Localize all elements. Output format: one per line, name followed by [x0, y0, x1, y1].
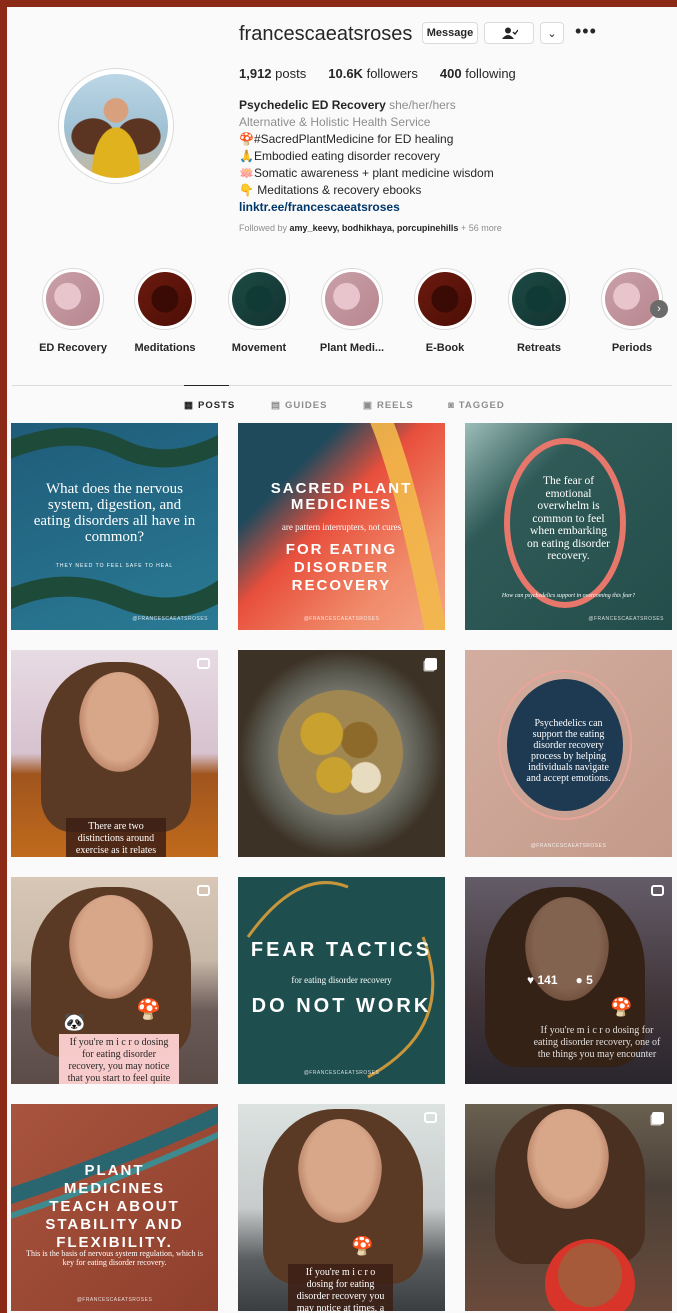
post-tile[interactable]	[465, 1104, 672, 1311]
comment-icon: ●	[575, 973, 583, 987]
post-arc-text: How can psychedelics support in overcomi…	[501, 593, 636, 599]
tab-posts[interactable]: ▦ POSTS	[184, 400, 235, 411]
highlight-movement[interactable]: Movement	[219, 268, 299, 354]
reel-icon	[197, 658, 210, 669]
mushroom-sticker: 🍄	[351, 1236, 374, 1256]
reel-icon	[197, 885, 210, 896]
reels-icon: ▣	[363, 400, 373, 411]
bio-link[interactable]: linktr.ee/francescaeatsroses	[239, 199, 669, 216]
mushroom-sticker: 🍄	[136, 999, 161, 1021]
post-tile[interactable]: ♥ 141 ● 5 🍄 If you're m i c r o dosing f…	[465, 877, 672, 1084]
tab-tagged[interactable]: ◙ TAGGED	[448, 400, 505, 411]
pronouns: she/her/hers	[389, 98, 456, 112]
chevron-right-icon[interactable]: ›	[650, 300, 668, 318]
following-count[interactable]: 400 following	[440, 66, 516, 81]
watermark: @FRANCESCAEATSROSES	[530, 843, 607, 849]
food-plate	[278, 690, 403, 815]
photo-face	[79, 672, 159, 772]
tab-reels[interactable]: ▣ REELS	[363, 400, 414, 411]
tabs-divider	[12, 385, 672, 386]
profile-page: francescaeatsroses Message ⌄ ••• 1,912 p…	[7, 7, 677, 1313]
username: francescaeatsroses	[239, 23, 413, 45]
watermark: @FRANCESCAEATSROSES	[303, 1070, 380, 1076]
post-title-2: FOR EATING DISORDER RECOVERY	[285, 541, 398, 594]
watermark: @FRANCESCAEATSROSES	[588, 616, 664, 622]
highlight-retreats[interactable]: Retreats	[499, 268, 579, 354]
post-subtitle: are pattern interrupters, not cures	[281, 522, 402, 532]
reel-icon	[424, 1112, 437, 1123]
post-title: PLANT MEDICINES TEACH ABOUT STABILITY AN…	[45, 1162, 184, 1251]
profile-bio: Psychedelic ED Recovery she/her/hers Alt…	[239, 97, 669, 216]
bio-line: 👇 Meditations & recovery ebooks	[239, 183, 422, 197]
post-tile[interactable]: 🍄 🐼 If you're m i c r o dosing for eatin…	[11, 877, 218, 1084]
carousel-icon	[652, 1112, 664, 1124]
post-tile[interactable]: SACRED PLANT MEDICINES are pattern inter…	[238, 423, 445, 630]
posts-count: 1,912 posts	[239, 66, 307, 81]
post-tile[interactable]: PLANT MEDICINES TEACH ABOUT STABILITY AN…	[11, 1104, 218, 1311]
bio-line: 🍄#SacredPlantMedicine for ED healing	[239, 132, 454, 146]
heart-icon: ♥	[527, 973, 535, 987]
post-subtext: THEY NEED TO FEEL SAFE TO HEAL	[55, 563, 174, 569]
guides-icon: ▤	[271, 400, 281, 411]
photo-face	[298, 1119, 382, 1223]
post-tile[interactable]: FEAR TACTICS for eating disorder recover…	[238, 877, 445, 1084]
more-options-icon[interactable]: •••	[575, 21, 597, 42]
post-text: Psychedelics can support the eating diso…	[526, 718, 611, 784]
category: Alternative & Holistic Health Service	[239, 115, 431, 129]
bio-line: 🪷Somatic awareness + plant medicine wisd…	[239, 166, 494, 180]
chevron-down-icon: ⌄	[547, 27, 557, 40]
avatar-photo	[64, 74, 168, 178]
photo-face	[69, 895, 153, 999]
tagged-icon: ◙	[448, 400, 455, 411]
grid-icon: ▦	[184, 400, 194, 411]
watermark: @FRANCESCAEATSROSES	[132, 616, 208, 622]
watermark: @FRANCESCAEATSROSES	[303, 616, 380, 622]
bio-line: 🙏Embodied eating disorder recovery	[239, 149, 441, 163]
post-tile[interactable]	[238, 650, 445, 857]
panda-sticker: 🐼	[63, 1012, 86, 1032]
post-tile[interactable]: 🍄 If you're m i c r o dosing for eating …	[238, 1104, 445, 1311]
post-tile[interactable]: Psychedelics can support the eating diso…	[465, 650, 672, 857]
post-caption: There are two distinctions around exerci…	[66, 818, 166, 857]
highlight-meditations[interactable]: Meditations	[125, 268, 205, 354]
post-tile[interactable]: There are two distinctions around exerci…	[11, 650, 218, 857]
post-subtitle: This is the basis of nervous system regu…	[26, 1249, 203, 1267]
suggested-dropdown-button[interactable]: ⌄	[540, 22, 564, 44]
active-tab-indicator	[184, 385, 229, 386]
profile-stats: 1,912 posts 10.6K followers 400 followin…	[239, 66, 516, 81]
comments-count: 5	[586, 973, 593, 987]
likes-count: 141	[537, 973, 558, 987]
post-subtitle: for eating disorder recovery	[291, 975, 392, 985]
following-button[interactable]	[484, 22, 534, 44]
post-caption: If you're m i c r o dosing for eating di…	[288, 1264, 393, 1311]
carousel-icon	[425, 658, 437, 670]
followed-by[interactable]: Followed by amy_keevy, bodhikhaya, porcu…	[239, 223, 502, 233]
message-button[interactable]: Message	[422, 22, 478, 44]
post-title: SACRED PLANT MEDICINES	[270, 480, 413, 513]
post-tile[interactable]: What does the nervous system, digestion,…	[11, 423, 218, 630]
watermark: @FRANCESCAEATSROSES	[76, 1297, 153, 1303]
highlight-ed-recovery[interactable]: ED Recovery	[33, 268, 113, 354]
highlight-plant-medicine[interactable]: Plant Medi...	[312, 268, 392, 354]
profile-name: Psychedelic ED Recovery	[239, 98, 386, 112]
post-tile[interactable]: The fear of emotional overwhelm is commo…	[465, 423, 672, 630]
followers-count[interactable]: 10.6K followers	[328, 66, 418, 81]
reel-icon	[651, 885, 664, 896]
photo-face	[527, 1109, 609, 1209]
post-caption: If you're m i c r o dosing for eating di…	[59, 1034, 179, 1084]
highlight-ebook[interactable]: E-Book	[405, 268, 485, 354]
post-text: What does the nervous system, digestion,…	[33, 481, 196, 545]
profile-avatar[interactable]	[58, 68, 174, 184]
post-text: The fear of emotional overwhelm is commo…	[526, 475, 611, 562]
post-caption: If you're m i c r o dosing for eating di…	[533, 1025, 661, 1060]
person-check-icon	[502, 27, 518, 39]
post-title-2: DO NOT WORK	[251, 995, 432, 1017]
post-title: FEAR TACTICS	[250, 939, 433, 961]
engagement-stats: ♥ 141 ● 5	[527, 973, 593, 987]
mushroom-sticker: 🍄	[610, 997, 633, 1017]
tab-guides[interactable]: ▤ GUIDES	[271, 400, 327, 411]
